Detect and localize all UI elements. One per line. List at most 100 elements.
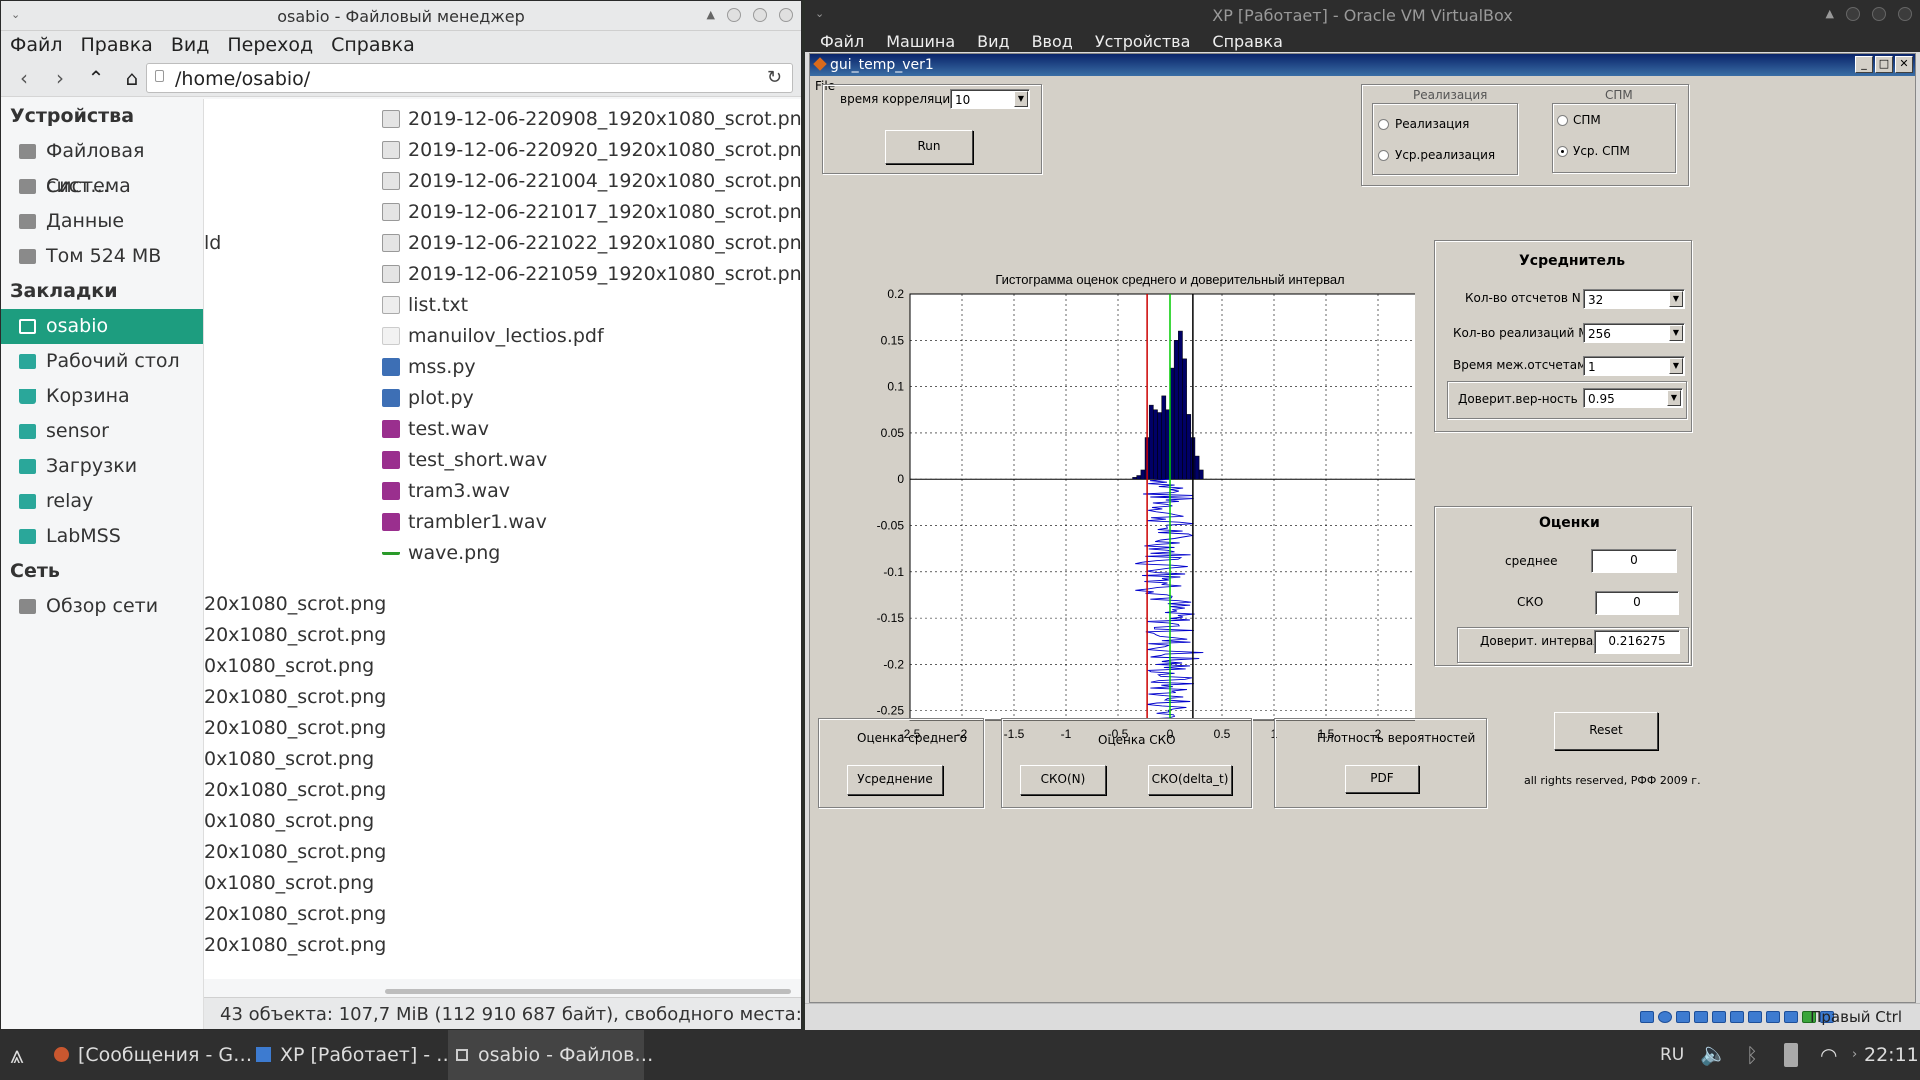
wifi-icon[interactable]: ◠ [1820, 1030, 1837, 1080]
sko-dt-button[interactable]: СКО(delta_t) [1148, 765, 1232, 795]
list-item[interactable]: 0x1080_scrot.png [204, 871, 374, 895]
list-item[interactable]: 20x1080_scrot.png [204, 685, 386, 709]
list-item[interactable]: 20x1080_scrot.png [204, 933, 386, 957]
network-adapter-icon[interactable] [1694, 1011, 1708, 1023]
up-icon[interactable]: ⌃ [85, 66, 107, 90]
optical-drive-icon[interactable] [1658, 1011, 1672, 1023]
sidebar-item-trash[interactable]: Корзина [1, 379, 203, 414]
menu-go[interactable]: Переход [227, 34, 313, 56]
xp-maximize-button[interactable]: □ [1875, 56, 1893, 73]
reload-icon[interactable]: ↻ [767, 67, 782, 88]
radio-avg-realization[interactable] [1378, 150, 1389, 161]
radio-spm[interactable] [1557, 115, 1568, 126]
vbox-menu-file[interactable]: Файл [820, 32, 864, 51]
list-item[interactable]: test_short.wav [382, 448, 547, 472]
reset-button[interactable]: Reset [1554, 712, 1658, 750]
sidebar-item-sensor[interactable]: sensor [1, 414, 203, 449]
recording-icon[interactable] [1766, 1011, 1780, 1023]
sidebar-item-labmss[interactable]: LabMSS [1, 519, 203, 554]
m-select[interactable]: 256 ▼ [1583, 323, 1685, 343]
back-icon[interactable]: ‹ [13, 66, 35, 90]
maximize-button[interactable] [1872, 7, 1886, 21]
sidebar-item-volume[interactable]: Том 524 MB [1, 239, 203, 274]
list-item[interactable]: tram3.wav [382, 479, 510, 503]
maximize-button[interactable] [753, 8, 767, 22]
list-item[interactable]: trambler1.wav [382, 510, 547, 534]
vbox-menu-view[interactable]: Вид [977, 32, 1009, 51]
xp-close-button[interactable]: ✕ [1895, 56, 1913, 73]
vbox-titlebar[interactable]: ⌄ XP [Работает] - Oracle VM VirtualBox ▲ [805, 0, 1920, 30]
hdd-icon[interactable] [1640, 1011, 1654, 1023]
sidebar-item-relay[interactable]: relay [1, 484, 203, 519]
list-item[interactable]: 20x1080_scrot.png [204, 716, 386, 740]
list-item[interactable]: 20x1080_scrot.png [204, 778, 386, 802]
sidebar-item-desktop[interactable]: Рабочий стол [1, 344, 203, 379]
minimize-button[interactable] [1846, 7, 1860, 21]
menu-view[interactable]: Вид [171, 34, 210, 56]
dropdown-arrow-icon[interactable]: ▼ [1014, 91, 1028, 107]
volume-icon[interactable]: 🔈 [1700, 1030, 1727, 1080]
horizontal-scrollbar[interactable] [385, 989, 791, 994]
list-item[interactable]: mss.py [382, 355, 476, 379]
n-select[interactable]: 32 ▼ [1583, 289, 1685, 309]
list-item[interactable]: ld [204, 231, 221, 255]
vbox-menu-help[interactable]: Справка [1212, 32, 1283, 51]
list-item[interactable]: 0x1080_scrot.png [204, 747, 374, 771]
list-item[interactable]: 2019-12-06-221017_1920x1080_scrot.png [382, 200, 801, 224]
sidebar-item-home[interactable]: osabio [1, 309, 203, 344]
usb-icon[interactable] [1712, 1011, 1726, 1023]
minimize-button[interactable] [727, 8, 741, 22]
list-item[interactable]: 0x1080_scrot.png [204, 809, 374, 833]
dt-select[interactable]: 1 ▼ [1583, 356, 1685, 376]
task-virtualbox[interactable]: XP [Работает] - … [250, 1030, 455, 1080]
radio-avg-spm[interactable] [1557, 146, 1568, 157]
run-button[interactable]: Run [885, 130, 973, 164]
sidebar-item-data[interactable]: Данные [1, 204, 203, 239]
averaging-button[interactable]: Усреднение [847, 765, 943, 795]
sidebar-item-network[interactable]: Обзор сети [1, 589, 203, 624]
vbox-menu-devices[interactable]: Устройства [1095, 32, 1191, 51]
app-menu-icon[interactable]: ⩓ [10, 1030, 24, 1080]
conf-select[interactable]: 0.95 ▼ [1583, 388, 1683, 408]
bluetooth-icon[interactable]: ᛒ [1746, 1030, 1758, 1080]
battery-icon[interactable] [1784, 1043, 1798, 1067]
sidebar-item-filesystem[interactable]: Файловая сист… [1, 134, 203, 197]
shade-icon[interactable]: ▲ [1826, 7, 1834, 21]
corr-select[interactable]: 10 ▼ [950, 89, 1030, 109]
vt-icon[interactable] [1784, 1011, 1798, 1023]
sidebar-item-downloads[interactable]: Загрузки [1, 449, 203, 484]
menu-edit[interactable]: Правка [81, 34, 153, 56]
list-item[interactable]: 20x1080_scrot.png [204, 623, 386, 647]
ci-field[interactable]: 0.216275 [1594, 630, 1680, 654]
mean-field[interactable]: 0 [1591, 549, 1677, 573]
keyboard-layout[interactable]: RU [1660, 1030, 1684, 1080]
path-input[interactable]: /home/osabio/ ↻ [146, 63, 793, 93]
list-item[interactable]: 2019-12-06-221059_1920x1080_scrot.png [382, 262, 801, 286]
list-item[interactable]: 2019-12-06-221004_1920x1080_scrot.png [382, 169, 801, 193]
dropdown-arrow-icon[interactable]: ▼ [1669, 291, 1683, 307]
list-item[interactable]: 20x1080_scrot.png [204, 592, 386, 616]
home-icon[interactable]: ⌂ [121, 66, 143, 90]
dropdown-arrow-icon[interactable]: ▼ [1669, 358, 1683, 374]
radio-realization[interactable] [1378, 119, 1389, 130]
xp-minimize-button[interactable]: _ [1855, 56, 1873, 73]
shared-folder-icon[interactable] [1730, 1011, 1744, 1023]
list-item[interactable]: 2019-12-06-221022_1920x1080_scrot.png [382, 231, 801, 255]
list-item[interactable]: 2019-12-06-220908_1920x1080_scrot.png [382, 107, 801, 131]
list-item[interactable]: test.wav [382, 417, 489, 441]
list-item[interactable]: list.txt [382, 293, 468, 317]
list-item[interactable]: 20x1080_scrot.png [204, 840, 386, 864]
dropdown-arrow-icon[interactable]: ▼ [1669, 325, 1683, 341]
vbox-menu-machine[interactable]: Машина [886, 32, 955, 51]
display-icon[interactable] [1748, 1011, 1762, 1023]
list-item[interactable]: 20x1080_scrot.png [204, 902, 386, 926]
audio-icon[interactable] [1676, 1011, 1690, 1023]
sko-n-button[interactable]: СКО(N) [1020, 765, 1106, 795]
task-messages[interactable]: [Сообщения - G… [48, 1030, 252, 1080]
shade-icon[interactable]: ▲ [707, 8, 715, 22]
close-button[interactable] [1898, 7, 1912, 21]
sko-field[interactable]: 0 [1595, 591, 1679, 615]
menu-file[interactable]: Файл [10, 34, 63, 56]
vbox-menu-input[interactable]: Ввод [1032, 32, 1073, 51]
forward-icon[interactable]: › [49, 66, 71, 90]
